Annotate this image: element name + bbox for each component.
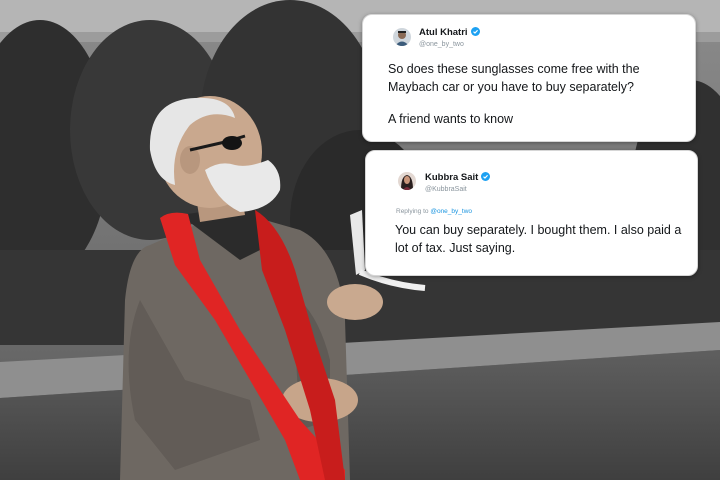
meme-image: Atul Khatri @one_by_two So does these su…: [0, 0, 720, 480]
tweet-card-1: Atul Khatri @one_by_two So does these su…: [362, 14, 696, 142]
tweet-text-followup: A friend wants to know: [388, 112, 514, 126]
tweet-card-2: Kubbra Sait @KubbraSait Replying to @one…: [365, 150, 698, 276]
tweet-text: You can buy separately. I bought them. I…: [395, 223, 682, 255]
verified-badge-icon: [481, 172, 491, 181]
replying-to-line: Replying to @one_by_two: [396, 208, 472, 215]
tweet-author-name: Kubbra Sait: [425, 172, 491, 183]
tweet-author-name: Atul Khatri: [419, 27, 480, 38]
woman-avatar-icon: [398, 172, 416, 190]
tweet-author-handle: @KubbraSait: [425, 186, 467, 193]
man-avatar-icon: [393, 28, 411, 46]
verified-badge-icon: [470, 27, 480, 36]
tweet-text: So does these sunglasses come free with …: [388, 62, 640, 94]
reply-mention-link[interactable]: @one_by_two: [430, 208, 472, 215]
tweet-author-handle: @one_by_two: [419, 41, 464, 48]
